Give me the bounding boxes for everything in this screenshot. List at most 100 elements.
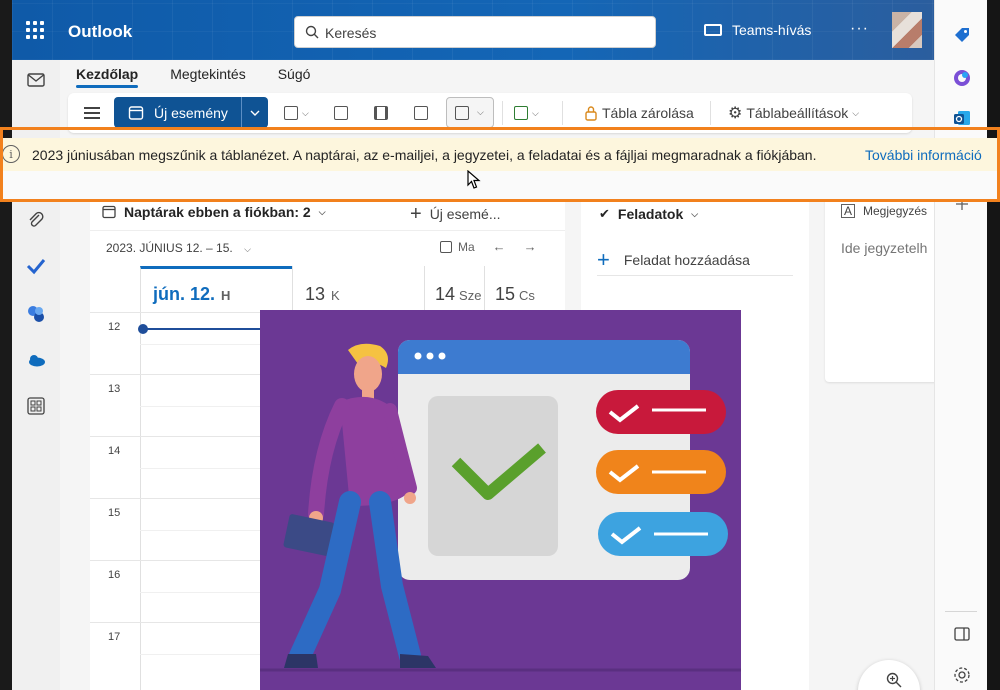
search-input[interactable]: Keresés [294, 16, 656, 48]
tab-help[interactable]: Súgó [278, 66, 311, 88]
todo-icon[interactable] [26, 256, 46, 276]
month-view-button[interactable] [414, 103, 428, 123]
notes-header: A Megjegyzés [841, 204, 927, 218]
toolbar-divider [502, 101, 503, 125]
current-time-dot [138, 324, 148, 334]
banner-message: 2023 júniusában megszűnik a táblanézet. … [32, 147, 817, 163]
calendar-widget-header: Naptárak ebben a fiókban: 2 ⌵ + Új esemé… [90, 198, 565, 226]
more-apps-icon[interactable] [26, 396, 46, 416]
add-widget-button[interactable]: ⌵ [514, 103, 539, 123]
teams-call-label: Teams-hívás [732, 22, 812, 38]
mail-icon[interactable] [26, 70, 46, 90]
date-range-label: 2023. JÚNIUS 12. – 15. [106, 241, 233, 255]
notes-title: Megjegyzés [863, 204, 928, 218]
learn-more-link[interactable]: További információ [865, 147, 982, 163]
hour-label: 16 [108, 569, 121, 581]
app-title[interactable]: Outlook [68, 22, 132, 42]
new-event-dropdown[interactable] [241, 97, 268, 128]
day-number: 15 [495, 284, 516, 304]
chevron-down-icon: ⌵ [302, 107, 309, 118]
mouse-cursor-icon [467, 170, 481, 189]
calendar-new-event-button[interactable]: + Új esemé... [410, 204, 501, 224]
chevron-down-icon [250, 110, 260, 116]
add-task-label: Feladat hozzáadása [623, 251, 750, 268]
next-arrow-icon[interactable]: → [524, 239, 537, 254]
calendar-date-bar: 2023. JÚNIUS 12. – 15. ⌵ Ma ← → [90, 230, 565, 260]
note-icon: A [841, 204, 856, 218]
zoom-in-icon [886, 672, 902, 688]
week-view-icon [334, 106, 348, 120]
calendar-icon [128, 105, 144, 120]
notes-input[interactable]: Ide jegyzetelh [841, 240, 927, 256]
avatar[interactable] [892, 12, 922, 48]
hour-label: 17 [108, 631, 121, 643]
collapse-nav-icon[interactable] [84, 107, 100, 119]
chevron-down-icon: ⌵ [477, 107, 484, 117]
day-header-monday[interactable]: jún. 12. H [140, 266, 292, 312]
workweek-view-button[interactable] [334, 103, 348, 123]
app-launcher-icon[interactable] [26, 21, 44, 39]
calendars-dropdown[interactable]: Naptárak ebben a fiókban: 2 ⌵ [102, 204, 326, 220]
deprecation-banner: i 2023 júniusában megszűnik a táblanézet… [0, 138, 1000, 171]
new-event-label: Új esemény [154, 104, 228, 121]
notes-widget: A Megjegyzés Ide jegyzetelh [825, 198, 934, 382]
plus-icon: + [410, 203, 422, 225]
toolbar-divider [562, 101, 563, 125]
side-panel-icon[interactable] [952, 624, 972, 644]
tag-icon[interactable] [952, 26, 972, 46]
teams-call-button[interactable]: Teams-hívás [704, 22, 811, 38]
day-number: 14 [435, 284, 456, 304]
paperclip-icon[interactable] [26, 210, 46, 230]
hour-label: 14 [108, 445, 121, 457]
weekday-label: K [331, 288, 340, 303]
day-view-button[interactable]: ⌵ [284, 103, 309, 123]
chevron-down-icon: ⌵ [532, 107, 539, 118]
loop-icon[interactable] [26, 304, 46, 324]
hour-label: 12 [108, 321, 121, 333]
lock-icon [585, 106, 597, 121]
zoom-button[interactable] [858, 660, 920, 690]
more-options-icon[interactable]: ··· [850, 20, 869, 38]
add-task-button[interactable]: + Feladat hozzáadása [597, 244, 793, 276]
previous-arrow-icon[interactable]: ← [493, 239, 506, 254]
illustration-graphic [260, 340, 741, 672]
ribbon-tabs: Kezdőlap Megtekintés Súgó [76, 66, 310, 88]
day-header-thursday[interactable]: 15 Cs [484, 266, 544, 312]
onedrive-icon[interactable] [26, 350, 46, 370]
new-event-button[interactable]: Új esemény [114, 97, 268, 128]
tasks-dropdown[interactable]: ✔ Feladatok ⌵ [599, 206, 698, 222]
today-icon [440, 240, 452, 253]
day-number: jún. 12. [153, 284, 216, 304]
tab-view[interactable]: Megtekintés [170, 66, 245, 88]
day-header-tuesday[interactable]: 13 K [292, 266, 424, 312]
lock-board-button[interactable]: Tábla zárolása [584, 103, 694, 123]
add-widget-icon [514, 106, 528, 120]
search-placeholder: Keresés [325, 25, 377, 41]
top-header: Outlook Keresés Teams-hívás ··· [12, 0, 934, 60]
copilot-icon[interactable] [952, 68, 972, 88]
settings-gear-icon[interactable] [952, 665, 972, 685]
calendars-label: Naptárak ebben a fiókban: 2 [124, 204, 311, 220]
month-view-icon [414, 106, 428, 120]
task-illustration [260, 310, 741, 690]
gear-icon: ⚙ [728, 105, 743, 122]
columns-icon [374, 106, 388, 120]
chevron-down-icon: ⌵ [318, 206, 326, 217]
hour-label: 15 [108, 507, 121, 519]
today-button[interactable]: Ma [440, 240, 475, 254]
day-header-wednesday[interactable]: 14 Sze [424, 266, 484, 312]
video-camera-icon [704, 24, 722, 36]
board-view-button[interactable]: ⌵ [446, 97, 494, 128]
checkmark-icon: ✔ [599, 206, 610, 221]
week-view-button[interactable] [374, 103, 388, 123]
date-range-dropdown[interactable]: 2023. JÚNIUS 12. – 15. ⌵ [106, 241, 251, 255]
chevron-down-icon: ⌵ [691, 208, 699, 219]
tab-home[interactable]: Kezdőlap [76, 66, 139, 88]
weekday-label: H [221, 288, 231, 303]
outlook-icon[interactable] [952, 108, 972, 128]
background-strip-left [0, 0, 12, 690]
weekday-label: Cs [519, 288, 535, 303]
board-settings-label: Táblabeállítások [746, 105, 849, 121]
board-settings-button[interactable]: ⚙ Táblabeállítások ⌵ [728, 103, 859, 123]
search-icon [305, 25, 319, 39]
